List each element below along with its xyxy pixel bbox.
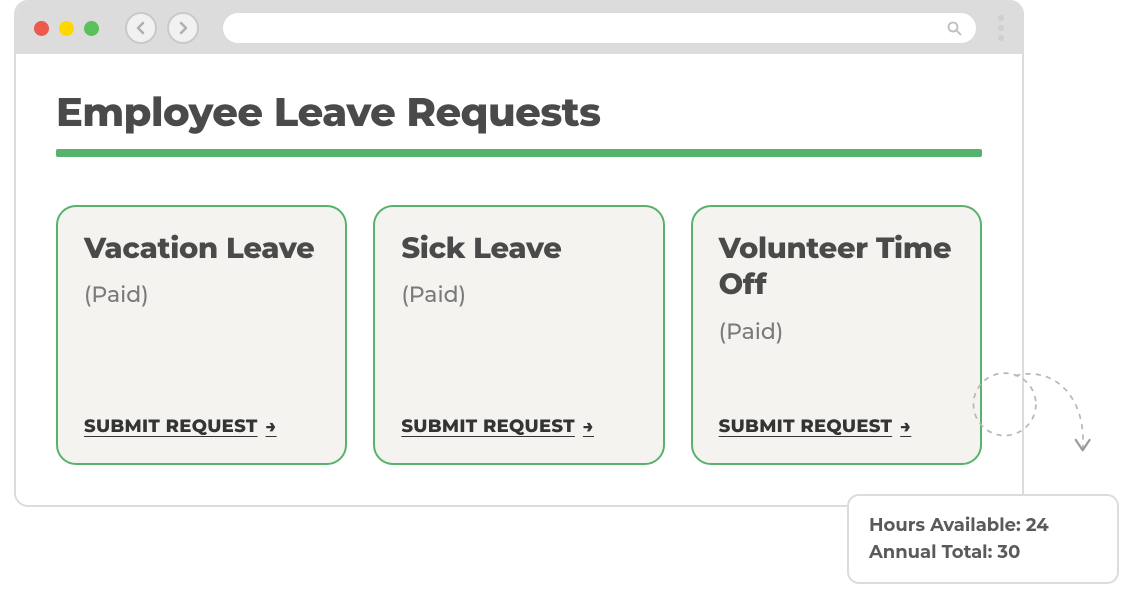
card-volunteer-time-off: Volunteer Time Off (Paid) SUBMIT REQUEST…: [691, 205, 982, 465]
card-action: SUBMIT REQUEST →: [719, 387, 954, 437]
arrow-right-icon: →: [583, 415, 594, 437]
back-button[interactable]: [125, 12, 157, 44]
leave-cards: Vacation Leave (Paid) SUBMIT REQUEST → S…: [56, 205, 982, 465]
card-action: SUBMIT REQUEST →: [401, 387, 636, 437]
forward-button[interactable]: [167, 12, 199, 44]
close-window-button[interactable]: [34, 21, 49, 36]
card-subtitle: (Paid): [84, 281, 319, 308]
card-title: Vacation Leave: [84, 231, 319, 267]
submit-request-link[interactable]: SUBMIT REQUEST →: [84, 415, 277, 437]
browser-menu-button[interactable]: [998, 15, 1004, 41]
window-controls: [34, 21, 99, 36]
submit-request-label: SUBMIT REQUEST: [84, 415, 258, 437]
nav-buttons: [125, 12, 199, 44]
card-title: Volunteer Time Off: [719, 231, 954, 304]
arrow-right-icon: →: [266, 415, 277, 437]
zoom-window-button[interactable]: [84, 21, 99, 36]
title-underline: [56, 149, 982, 157]
browser-window: Employee Leave Requests Vacation Leave (…: [14, 0, 1024, 507]
dots-icon: [998, 25, 1004, 31]
card-action: SUBMIT REQUEST →: [84, 387, 319, 437]
card-sick-leave: Sick Leave (Paid) SUBMIT REQUEST →: [373, 205, 664, 465]
chevron-right-icon: [178, 21, 188, 35]
search-icon: [947, 21, 962, 36]
arrow-right-icon: →: [900, 415, 911, 437]
dots-icon: [998, 35, 1004, 41]
hours-tooltip: Hours Available: 24 Annual Total: 30: [847, 494, 1119, 584]
submit-request-link[interactable]: SUBMIT REQUEST →: [401, 415, 594, 437]
page-content: Employee Leave Requests Vacation Leave (…: [16, 54, 1022, 505]
submit-request-link[interactable]: SUBMIT REQUEST →: [719, 415, 912, 437]
annual-total-line: Annual Total: 30: [869, 539, 1097, 566]
chevron-left-icon: [136, 21, 146, 35]
browser-toolbar: [16, 2, 1022, 54]
address-bar[interactable]: [223, 13, 976, 43]
card-subtitle: (Paid): [401, 281, 636, 308]
hours-available-line: Hours Available: 24: [869, 512, 1097, 539]
card-vacation-leave: Vacation Leave (Paid) SUBMIT REQUEST →: [56, 205, 347, 465]
card-subtitle: (Paid): [719, 318, 954, 345]
page-title: Employee Leave Requests: [56, 88, 982, 137]
submit-request-label: SUBMIT REQUEST: [719, 415, 893, 437]
minimize-window-button[interactable]: [59, 21, 74, 36]
submit-request-label: SUBMIT REQUEST: [401, 415, 575, 437]
dots-icon: [998, 15, 1004, 21]
card-title: Sick Leave: [401, 231, 636, 267]
